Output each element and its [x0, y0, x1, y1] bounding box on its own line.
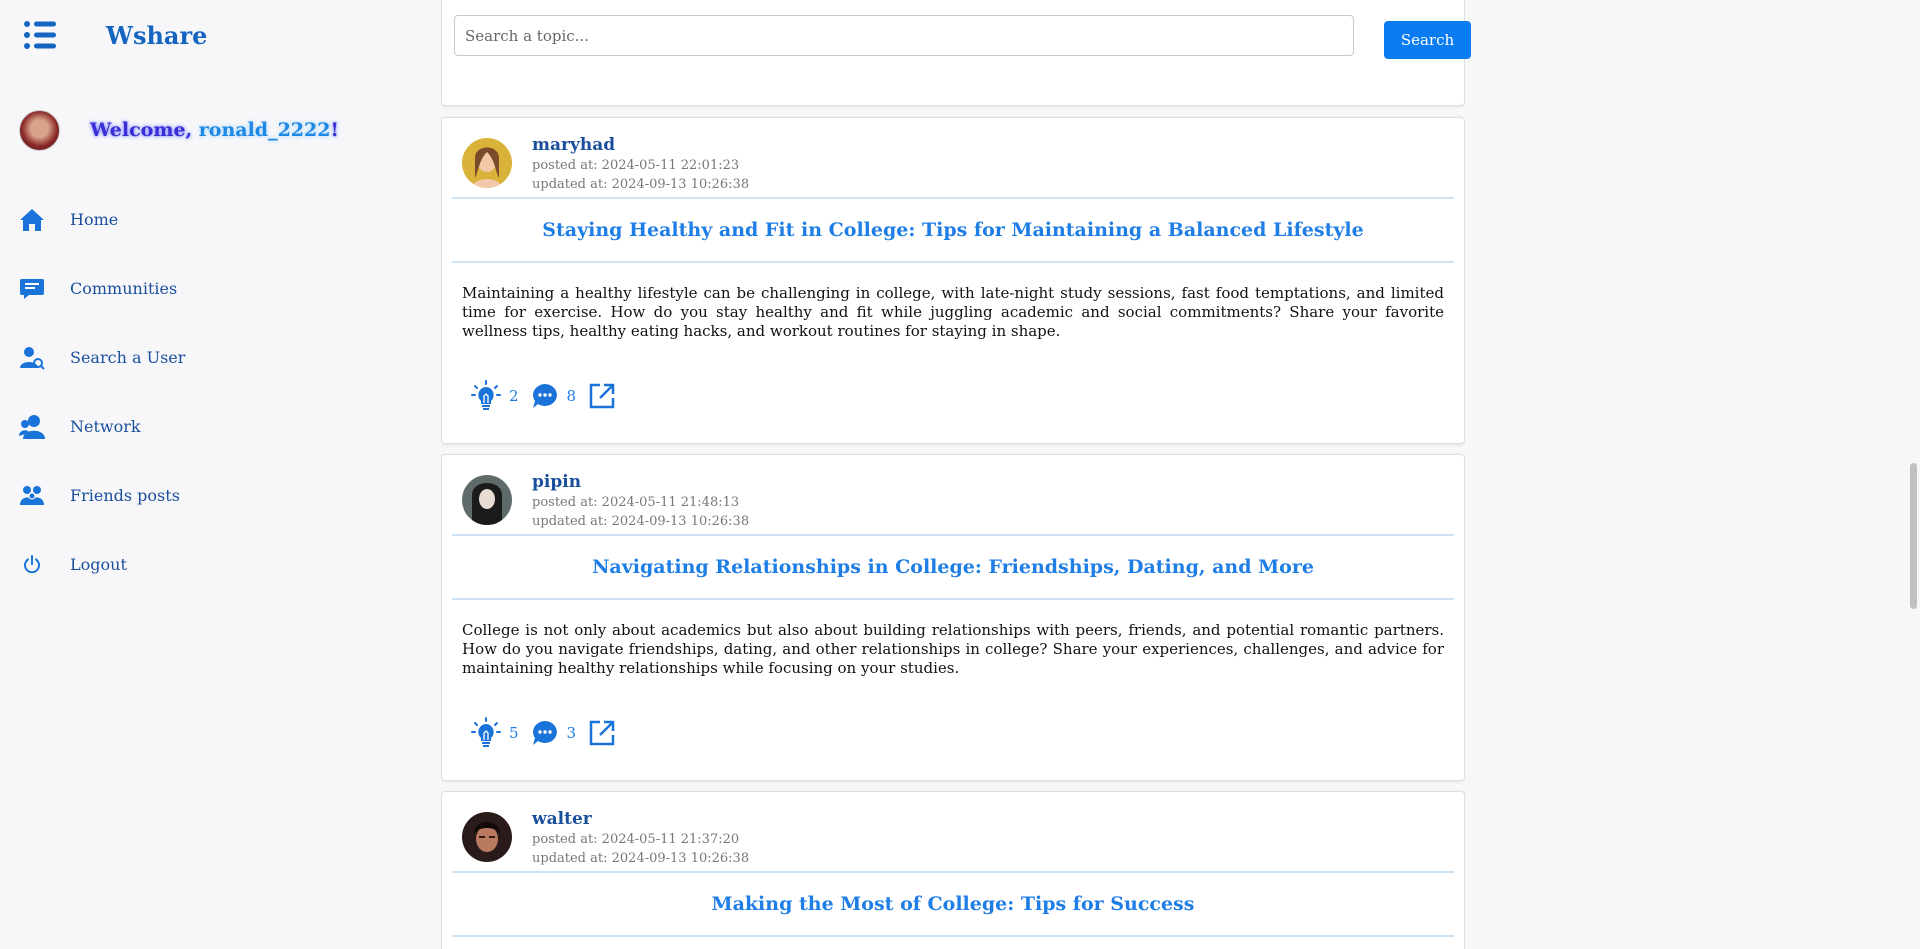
idea-count: 2: [509, 387, 519, 405]
post-meta: maryhad posted at: 2024-05-11 22:01:23 u…: [532, 134, 749, 194]
post-meta: walter posted at: 2024-05-11 21:37:20 up…: [532, 808, 749, 868]
divider: [452, 935, 1454, 937]
author-name[interactable]: pipin: [532, 471, 749, 493]
divider: [452, 598, 1454, 600]
sidebar-item-label: Search a User: [70, 348, 186, 367]
post-body: College is not only about academics but …: [462, 621, 1444, 677]
network-icon: [18, 413, 46, 441]
scrollbar[interactable]: [1906, 0, 1920, 949]
power-icon: [18, 551, 46, 579]
posted-at: posted at: 2024-05-11 22:01:23: [532, 158, 740, 173]
idea-count: 5: [509, 724, 519, 742]
post-feed[interactable]: maryhad posted at: 2024-05-11 22:01:23 u…: [441, 0, 1465, 949]
author-name[interactable]: walter: [532, 808, 749, 830]
sidebar-item-search-user[interactable]: Search a User: [18, 323, 185, 392]
welcome-suffix: !: [330, 119, 339, 141]
sidebar-nav: Home Communities Search a User Network F…: [18, 185, 185, 599]
post-title[interactable]: Staying Healthy and Fit in College: Tips…: [442, 219, 1464, 241]
search-input[interactable]: [454, 15, 1354, 56]
welcome-username[interactable]: ronald_2222: [199, 119, 331, 141]
menu-list-icon[interactable]: [24, 19, 56, 51]
sidebar: Wshare Welcome, ronald_2222! Home Commun…: [0, 0, 440, 949]
post-actions: 2 8: [471, 380, 616, 412]
welcome-prefix: Welcome,: [90, 119, 199, 141]
open-external-icon[interactable]: [588, 382, 616, 410]
author-avatar[interactable]: [462, 475, 512, 525]
updated-at: updated at: 2024-09-13 10:26:38: [532, 514, 750, 529]
post-card: pipin posted at: 2024-05-11 21:48:13 upd…: [441, 454, 1465, 781]
post-title[interactable]: Making the Most of College: Tips for Suc…: [442, 893, 1464, 915]
updated-at: updated at: 2024-09-13 10:26:38: [532, 851, 750, 866]
sidebar-item-label: Home: [70, 210, 119, 229]
post-card: maryhad posted at: 2024-05-11 22:01:23 u…: [441, 117, 1465, 444]
post-header: walter posted at: 2024-05-11 21:37:20 up…: [462, 809, 749, 868]
chat-icon: [18, 275, 46, 303]
comment-count: 3: [566, 724, 577, 742]
posted-at: posted at: 2024-05-11 21:48:13: [532, 495, 740, 510]
sidebar-item-label: Communities: [70, 279, 178, 298]
divider: [452, 534, 1454, 536]
open-external-icon[interactable]: [588, 719, 616, 747]
post-actions: 5 3: [471, 717, 616, 749]
welcome-text: Welcome, ronald_2222!: [90, 119, 339, 141]
post-title[interactable]: Navigating Relationships in College: Fri…: [442, 556, 1464, 578]
author-avatar[interactable]: [462, 138, 512, 188]
posted-at: posted at: 2024-05-11 21:37:20: [532, 832, 740, 847]
post-card: walter posted at: 2024-05-11 21:37:20 up…: [441, 791, 1465, 949]
post-meta: pipin posted at: 2024-05-11 21:48:13 upd…: [532, 471, 749, 531]
author-avatar[interactable]: [462, 812, 512, 862]
sidebar-item-friends-posts[interactable]: Friends posts: [18, 461, 185, 530]
post-header: pipin posted at: 2024-05-11 21:48:13 upd…: [462, 472, 749, 531]
avatar[interactable]: [19, 109, 60, 151]
scrollbar-thumb[interactable]: [1910, 463, 1917, 609]
comment-icon[interactable]: [531, 719, 559, 747]
idea-bulb-icon[interactable]: [471, 717, 501, 749]
author-name[interactable]: maryhad: [532, 134, 749, 156]
divider: [452, 261, 1454, 263]
user-search-icon: [18, 344, 46, 372]
sidebar-item-logout[interactable]: Logout: [18, 530, 185, 599]
post-header: maryhad posted at: 2024-05-11 22:01:23 u…: [462, 135, 749, 194]
divider: [452, 871, 1454, 873]
updated-at: updated at: 2024-09-13 10:26:38: [532, 177, 750, 192]
comment-count: 8: [566, 387, 577, 405]
sidebar-item-network[interactable]: Network: [18, 392, 185, 461]
sidebar-item-home[interactable]: Home: [18, 185, 185, 254]
sidebar-item-label: Friends posts: [70, 486, 180, 505]
sidebar-item-communities[interactable]: Communities: [18, 254, 185, 323]
home-icon: [18, 206, 46, 234]
comment-icon[interactable]: [531, 382, 559, 410]
sidebar-item-label: Logout: [70, 555, 127, 574]
friends-icon: [18, 482, 46, 510]
search-button[interactable]: Search: [1384, 21, 1471, 59]
post-body: Maintaining a healthy lifestyle can be c…: [462, 284, 1444, 340]
divider: [452, 197, 1454, 199]
user-welcome: Welcome, ronald_2222!: [19, 109, 339, 151]
brand-logo[interactable]: Wshare: [106, 21, 207, 50]
sidebar-item-label: Network: [70, 417, 141, 436]
idea-bulb-icon[interactable]: [471, 380, 501, 412]
